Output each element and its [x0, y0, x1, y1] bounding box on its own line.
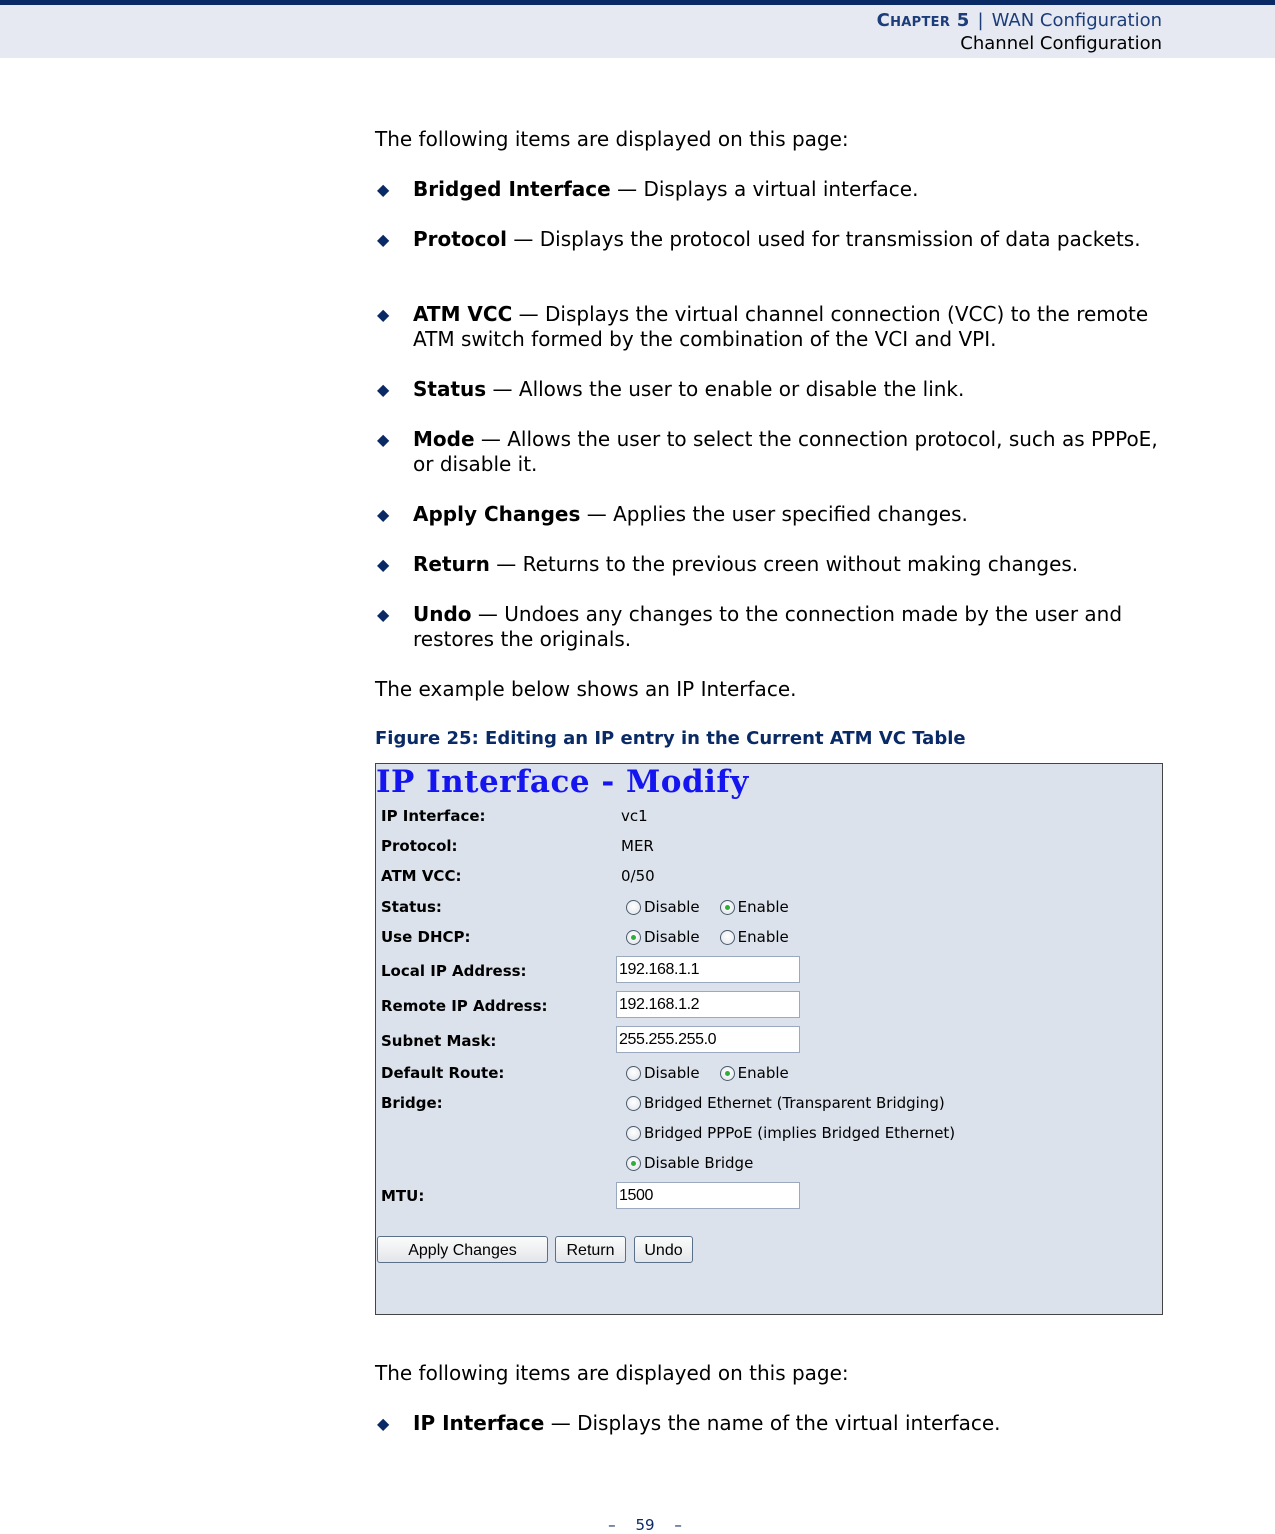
footer-dash-right: – — [674, 1516, 682, 1534]
disable-bridge-radio[interactable]: Disable Bridge — [626, 1154, 753, 1172]
bullet-term: Mode — [413, 427, 475, 451]
bullet-term: Bridged Interface — [413, 177, 611, 201]
header-separator: | — [977, 10, 984, 31]
route-enable-radio[interactable]: Enable — [719, 1064, 789, 1082]
bullet-item: ◆ Status — Allows the user to enable or … — [375, 377, 1165, 402]
protocol-label: Protocol: — [381, 837, 458, 855]
radio-unchecked-icon — [626, 899, 641, 915]
diamond-bullet-icon: ◆ — [377, 380, 390, 399]
header-chapter-line: Chapter 5 | WAN Configuration — [877, 10, 1162, 31]
diamond-bullet-icon: ◆ — [377, 1414, 390, 1433]
radio-unchecked-icon — [626, 1125, 641, 1141]
default-route-radio-group: Disable Enable — [626, 1064, 809, 1082]
ip-interface-modify-screenshot: IP Interface - Modify IP Interface: vc1 … — [375, 763, 1163, 1315]
protocol-value: MER — [621, 837, 654, 855]
radio-checked-icon — [626, 1155, 641, 1171]
atm-vcc-value: 0/50 — [621, 867, 655, 885]
bullet-item: ◆ Bridged Interface — Displays a virtual… — [375, 177, 1165, 202]
example-paragraph: The example below shows an IP Interface. — [375, 677, 797, 701]
bullet-desc: — Returns to the previous creen without … — [489, 552, 1079, 576]
bullet-item: ◆ Apply Changes — Applies the user speci… — [375, 502, 1165, 527]
bridge-radio-option-1: Bridged Ethernet (Transparent Bridging) — [626, 1094, 965, 1112]
dhcp-enable-radio[interactable]: Enable — [719, 928, 789, 946]
subnet-mask-label: Subnet Mask: — [381, 1032, 497, 1050]
undo-button[interactable]: Undo — [634, 1236, 693, 1263]
remote-ip-label: Remote IP Address: — [381, 997, 548, 1015]
diamond-bullet-icon: ◆ — [377, 505, 390, 524]
form-title: IP Interface - Modify — [376, 764, 749, 800]
bullet-term: Protocol — [413, 227, 508, 251]
diamond-bullet-icon: ◆ — [377, 305, 390, 324]
bullet-term: IP Interface — [413, 1411, 545, 1435]
page-number: 59 — [635, 1516, 655, 1534]
diamond-bullet-icon: ◆ — [377, 230, 390, 249]
return-button[interactable]: Return — [555, 1236, 626, 1263]
atm-vcc-label: ATM VCC: — [381, 867, 462, 885]
local-ip-input[interactable] — [616, 956, 800, 983]
dhcp-disable-radio[interactable]: Disable — [626, 928, 700, 946]
chapter-label: Chapter 5 — [876, 10, 970, 31]
radio-checked-icon — [719, 899, 735, 915]
bridged-pppoe-radio[interactable]: Bridged PPPoE (implies Bridged Ethernet) — [626, 1124, 955, 1142]
bullet-desc: — Applies the user specified changes. — [580, 502, 968, 526]
bullet-item: ◆ IP Interface — Displays the name of th… — [375, 1411, 1165, 1436]
page-footer: – 59 – — [0, 1516, 1275, 1534]
bullet-desc: — Allows the user to select the connecti… — [413, 427, 1158, 476]
status-radio-group: Disable Enable — [626, 898, 809, 916]
local-ip-label: Local IP Address: — [381, 962, 527, 980]
bridge-radio-option-2: Bridged PPPoE (implies Bridged Ethernet) — [626, 1124, 975, 1142]
diamond-bullet-icon: ◆ — [377, 430, 390, 449]
default-route-label: Default Route: — [381, 1064, 505, 1082]
bullet-term: Apply Changes — [413, 502, 581, 526]
intro-paragraph: The following items are displayed on thi… — [375, 127, 849, 151]
bridged-ethernet-radio[interactable]: Bridged Ethernet (Transparent Bridging) — [626, 1094, 945, 1112]
bullet-item: ◆ ATM VCC — Displays the virtual channel… — [375, 302, 1165, 352]
mtu-label: MTU: — [381, 1187, 425, 1205]
status-enable-radio[interactable]: Enable — [719, 898, 789, 916]
bullet-item: ◆ Protocol — Displays the protocol used … — [375, 227, 1165, 252]
use-dhcp-radio-group: Disable Enable — [626, 928, 809, 946]
subnet-mask-input[interactable] — [616, 1026, 800, 1053]
bullet-term: Undo — [413, 602, 472, 626]
route-disable-radio[interactable]: Disable — [626, 1064, 700, 1082]
status-label: Status: — [381, 898, 442, 916]
bridge-radio-option-3: Disable Bridge — [626, 1154, 773, 1172]
ip-interface-label: IP Interface: — [381, 807, 486, 825]
bullet-desc: — Displays a virtual interface. — [610, 177, 919, 201]
section-title: WAN Configuration — [991, 10, 1162, 31]
radio-unchecked-icon — [626, 1065, 641, 1081]
status-disable-radio[interactable]: Disable — [626, 898, 700, 916]
intro-paragraph-2: The following items are displayed on thi… — [375, 1361, 849, 1385]
mtu-input[interactable] — [616, 1182, 800, 1209]
footer-dash-left: – — [608, 1516, 616, 1534]
radio-checked-icon — [626, 929, 641, 945]
apply-changes-button[interactable]: Apply Changes — [377, 1236, 548, 1263]
radio-checked-icon — [719, 1065, 735, 1081]
bullet-term: Return — [413, 552, 490, 576]
bullet-desc: — Allows the user to enable or disable t… — [486, 377, 965, 401]
bullet-desc: — Displays the virtual channel connectio… — [413, 302, 1149, 351]
bullet-item: ◆ Undo — Undoes any changes to the conne… — [375, 602, 1165, 652]
diamond-bullet-icon: ◆ — [377, 555, 390, 574]
bullet-term: Status — [413, 377, 487, 401]
bullet-item: ◆ Mode — Allows the user to select the c… — [375, 427, 1165, 477]
diamond-bullet-icon: ◆ — [377, 605, 390, 624]
radio-unchecked-icon — [626, 1095, 641, 1111]
radio-unchecked-icon — [719, 929, 735, 945]
subsection-title: Channel Configuration — [960, 33, 1162, 54]
bullet-desc: — Displays the name of the virtual inter… — [544, 1411, 1001, 1435]
diamond-bullet-icon: ◆ — [377, 180, 390, 199]
ip-interface-value: vc1 — [621, 807, 648, 825]
use-dhcp-label: Use DHCP: — [381, 928, 471, 946]
remote-ip-input[interactable] — [616, 991, 800, 1018]
bullet-item: ◆ Return — Returns to the previous creen… — [375, 552, 1165, 577]
bullet-term: ATM VCC — [413, 302, 513, 326]
bullet-desc: — Undoes any changes to the connection m… — [413, 602, 1123, 651]
bridge-label: Bridge: — [381, 1094, 443, 1112]
figure-caption: Figure 25: Editing an IP entry in the Cu… — [375, 728, 966, 749]
running-header: Chapter 5 | WAN Configuration Channel Conf… — [0, 5, 1275, 58]
bullet-desc: — Displays the protocol used for transmi… — [507, 227, 1141, 251]
